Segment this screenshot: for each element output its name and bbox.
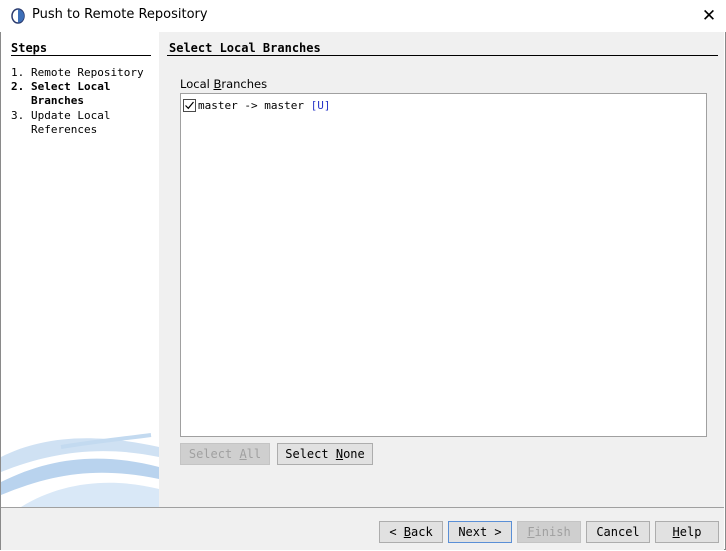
button-text: < bbox=[389, 525, 404, 539]
label-text: Local bbox=[180, 77, 214, 91]
button-mnemonic: H bbox=[672, 525, 680, 539]
branch-mapping: master -> master bbox=[198, 99, 304, 112]
button-text: one bbox=[343, 447, 365, 461]
branch-tag: [U] bbox=[310, 99, 331, 112]
step-label: Select Local Branches bbox=[31, 80, 111, 107]
button-mnemonic: B bbox=[403, 525, 411, 539]
steps-divider bbox=[11, 55, 151, 56]
button-text: inish bbox=[534, 525, 571, 539]
next-button[interactable]: Next > bbox=[448, 521, 512, 543]
button-text: Select bbox=[285, 447, 336, 461]
help-button[interactable]: Help bbox=[655, 521, 719, 543]
window-title: Push to Remote Repository bbox=[32, 7, 208, 22]
main-panel: Select Local Branches Local Branches mas… bbox=[159, 32, 724, 507]
repository-icon bbox=[11, 8, 25, 24]
button-text: ack bbox=[411, 525, 433, 539]
button-mnemonic: N bbox=[335, 447, 344, 461]
title-divider bbox=[167, 55, 718, 56]
button-text: ll bbox=[246, 447, 262, 461]
branch-list[interactable]: master -> master [U] bbox=[180, 93, 707, 437]
select-none-button[interactable]: Select None bbox=[277, 443, 373, 465]
cancel-button[interactable]: Cancel bbox=[586, 521, 650, 543]
local-branches-label: Local Branches bbox=[180, 77, 267, 91]
button-text: Cancel bbox=[596, 525, 640, 539]
page-title: Select Local Branches bbox=[169, 41, 321, 55]
decorative-swoosh bbox=[1, 433, 159, 507]
button-text: elp bbox=[679, 525, 702, 539]
button-text: Select bbox=[188, 447, 240, 461]
back-button[interactable]: < Back bbox=[379, 521, 443, 543]
branch-checkbox[interactable] bbox=[183, 99, 196, 112]
steps-panel: Steps 1. Remote Repository 2. Select Loc… bbox=[1, 32, 159, 507]
label-text: ranches bbox=[221, 77, 268, 91]
step-number: 3. bbox=[11, 109, 25, 122]
step-label: Update Local References bbox=[31, 109, 111, 136]
step-number: 1. bbox=[11, 66, 25, 79]
step-label: Remote Repository bbox=[31, 66, 144, 79]
branch-name: master -> master [U] bbox=[198, 98, 330, 114]
steps-header: Steps bbox=[11, 41, 48, 55]
button-mnemonic: F bbox=[527, 525, 535, 539]
title-bar: Push to Remote Repository ✕ bbox=[0, 0, 726, 32]
step-number: 2. bbox=[11, 80, 25, 93]
finish-button[interactable]: Finish bbox=[517, 521, 581, 543]
button-text: Next > bbox=[458, 525, 502, 539]
checkmark-icon bbox=[185, 101, 194, 110]
close-icon: ✕ bbox=[701, 6, 717, 26]
button-mnemonic: A bbox=[239, 447, 247, 461]
close-button[interactable]: ✕ bbox=[692, 0, 726, 32]
select-all-button[interactable]: Select All bbox=[180, 443, 270, 465]
